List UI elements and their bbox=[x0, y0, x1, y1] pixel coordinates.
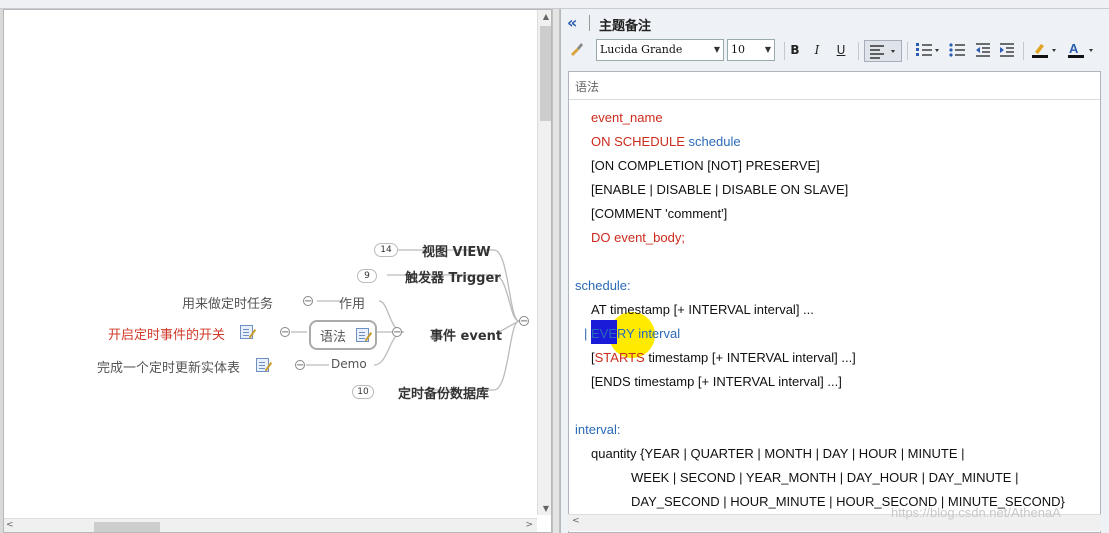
bullet-list-button[interactable] bbox=[947, 41, 967, 59]
note-line: event_name bbox=[591, 110, 663, 125]
font-size-value: 10 bbox=[731, 43, 745, 56]
node-backup[interactable]: 定时备份数据库 bbox=[398, 383, 489, 402]
note-editor[interactable]: 语法 event_name ON SCHEDULE schedule [ON C… bbox=[568, 71, 1101, 533]
mindmap-connectors bbox=[291, 249, 520, 391]
note-line: [ENABLE | DISABLE | DISABLE ON SLAVE] bbox=[591, 182, 849, 197]
note-line: interval: bbox=[575, 422, 621, 437]
note-line: quantity {YEAR | QUARTER | MONTH | DAY |… bbox=[591, 446, 965, 461]
watermark-text: https://blog.csdn.net/AthenaA bbox=[891, 505, 1061, 520]
note-icon[interactable] bbox=[256, 358, 269, 372]
note-text-segment: timestamp [+ INTERVAL interval] ...] bbox=[644, 350, 856, 365]
align-left-icon bbox=[870, 45, 895, 59]
outdent-icon bbox=[976, 43, 990, 57]
collapse-usage-toggle[interactable]: − bbox=[303, 296, 313, 307]
toolbar-divider bbox=[1023, 42, 1024, 60]
mindmap-vertical-scrollbar[interactable]: ▲ ▼ bbox=[537, 10, 551, 515]
note-line: AT timestamp [+ INTERVAL interval] ... bbox=[591, 302, 814, 317]
node-view[interactable]: 视图 VIEW bbox=[422, 241, 491, 260]
note-line: [STARTS timestamp [+ INTERVAL interval] … bbox=[591, 350, 856, 365]
backup-count-badge: 10 bbox=[352, 385, 374, 399]
toolbar-divider bbox=[907, 42, 908, 60]
scroll-down-icon[interactable]: ▼ bbox=[538, 504, 551, 513]
note-line: ON SCHEDULE schedule bbox=[591, 134, 741, 149]
node-event[interactable]: 事件 event bbox=[430, 325, 502, 344]
scroll-right-icon[interactable]: > bbox=[525, 520, 533, 530]
note-text-segment: schedule bbox=[688, 134, 741, 149]
font-color-icon: A bbox=[1068, 41, 1093, 58]
node-usage-child[interactable]: 用来做定时任务 bbox=[182, 293, 273, 312]
view-count-badge: 14 bbox=[374, 243, 398, 257]
bold-button[interactable]: B bbox=[787, 41, 803, 59]
chevron-down-icon: ▼ bbox=[764, 45, 771, 54]
note-icon[interactable] bbox=[240, 325, 253, 339]
node-syntax-selected[interactable]: 语法 bbox=[309, 320, 377, 350]
font-size-select[interactable]: 10 ▼ bbox=[727, 39, 775, 61]
note-text-segment: ON SCHEDULE bbox=[591, 134, 689, 149]
format-toolbar: Lucida Grande ▼ 10 ▼ B I U A bbox=[561, 37, 1109, 65]
font-family-value: Lucida Grande bbox=[600, 43, 683, 56]
node-usage[interactable]: 作用 bbox=[339, 293, 365, 312]
pane-splitter[interactable] bbox=[552, 9, 560, 533]
note-text-segment: | EVERY bbox=[584, 326, 635, 341]
scrollbar-thumb[interactable] bbox=[540, 26, 551, 121]
toolbar-divider bbox=[784, 42, 785, 60]
numbered-list-icon bbox=[916, 43, 939, 56]
notes-title: 主题备注 bbox=[599, 19, 652, 34]
scroll-left-icon[interactable]: < bbox=[6, 520, 14, 530]
notes-header: « 主题备注 bbox=[561, 11, 1109, 35]
note-icon[interactable] bbox=[356, 328, 369, 342]
notes-panel: « 主题备注 Lucida Grande ▼ 10 ▼ B I U A 语法 e… bbox=[560, 9, 1109, 533]
node-trigger[interactable]: 触发器 Trigger bbox=[405, 267, 501, 286]
font-color-button[interactable]: A bbox=[1065, 41, 1097, 59]
highlighter-icon bbox=[1032, 44, 1056, 58]
note-text-segment: STARTS bbox=[594, 350, 645, 365]
note-line: | EVERY interval bbox=[584, 326, 680, 341]
note-line: [COMMENT 'comment'] bbox=[591, 206, 728, 221]
scroll-up-icon[interactable]: ▲ bbox=[538, 12, 551, 21]
node-syntax-label: 语法 bbox=[320, 330, 347, 345]
collapse-demo-toggle[interactable]: − bbox=[295, 360, 305, 371]
svg-text:A: A bbox=[1069, 41, 1079, 56]
chevron-down-icon: ▼ bbox=[713, 45, 720, 54]
note-line: WEEK | SECOND | YEAR_MONTH | DAY_HOUR | … bbox=[631, 470, 1019, 485]
node-demo[interactable]: Demo bbox=[331, 357, 367, 371]
mindmap-horizontal-scrollbar[interactable]: < > bbox=[4, 518, 537, 532]
collapse-panel-icon[interactable]: « bbox=[567, 13, 577, 32]
note-line: [ON COMPLETION [NOT] PRESERVE] bbox=[591, 158, 820, 173]
node-demo-child[interactable]: 完成一个定时更新实体表 bbox=[97, 357, 240, 376]
note-line: [ENDS timestamp [+ INTERVAL interval] ..… bbox=[591, 374, 842, 389]
node-syntax-child[interactable]: 开启定时事件的开关 bbox=[108, 324, 225, 343]
numbered-list-button[interactable] bbox=[913, 41, 943, 59]
note-text-segment: interval bbox=[634, 326, 681, 341]
collapse-syntax-toggle[interactable]: − bbox=[280, 327, 290, 338]
underline-button[interactable]: U bbox=[833, 41, 849, 59]
clear-format-brush-icon[interactable] bbox=[567, 41, 585, 59]
mindmap-canvas[interactable]: − 14 视图 VIEW 9 触发器 Trigger 事件 event 10 定… bbox=[3, 9, 552, 533]
font-family-select[interactable]: Lucida Grande ▼ bbox=[596, 39, 724, 61]
subject-divider bbox=[569, 99, 1100, 100]
bullet-list-icon bbox=[949, 43, 965, 57]
toolbar-divider bbox=[858, 42, 859, 60]
highlight-color-button[interactable] bbox=[1029, 41, 1059, 59]
top-strip bbox=[0, 0, 1109, 9]
align-left-button[interactable] bbox=[864, 40, 902, 62]
outdent-button[interactable] bbox=[973, 41, 993, 59]
trigger-count-badge: 9 bbox=[357, 269, 377, 283]
note-line: DO event_body; bbox=[591, 230, 685, 245]
note-subject: 语法 bbox=[575, 80, 600, 94]
note-line: schedule: bbox=[575, 278, 631, 293]
italic-button[interactable]: I bbox=[809, 41, 825, 59]
scrollbar-thumb[interactable] bbox=[94, 522, 160, 532]
header-divider bbox=[589, 15, 590, 31]
indent-button[interactable] bbox=[997, 41, 1017, 59]
collapse-root-toggle[interactable]: − bbox=[519, 316, 529, 327]
collapse-event-toggle[interactable]: − bbox=[392, 327, 402, 338]
scroll-left-icon[interactable]: < bbox=[572, 516, 580, 526]
indent-icon bbox=[1000, 43, 1014, 57]
